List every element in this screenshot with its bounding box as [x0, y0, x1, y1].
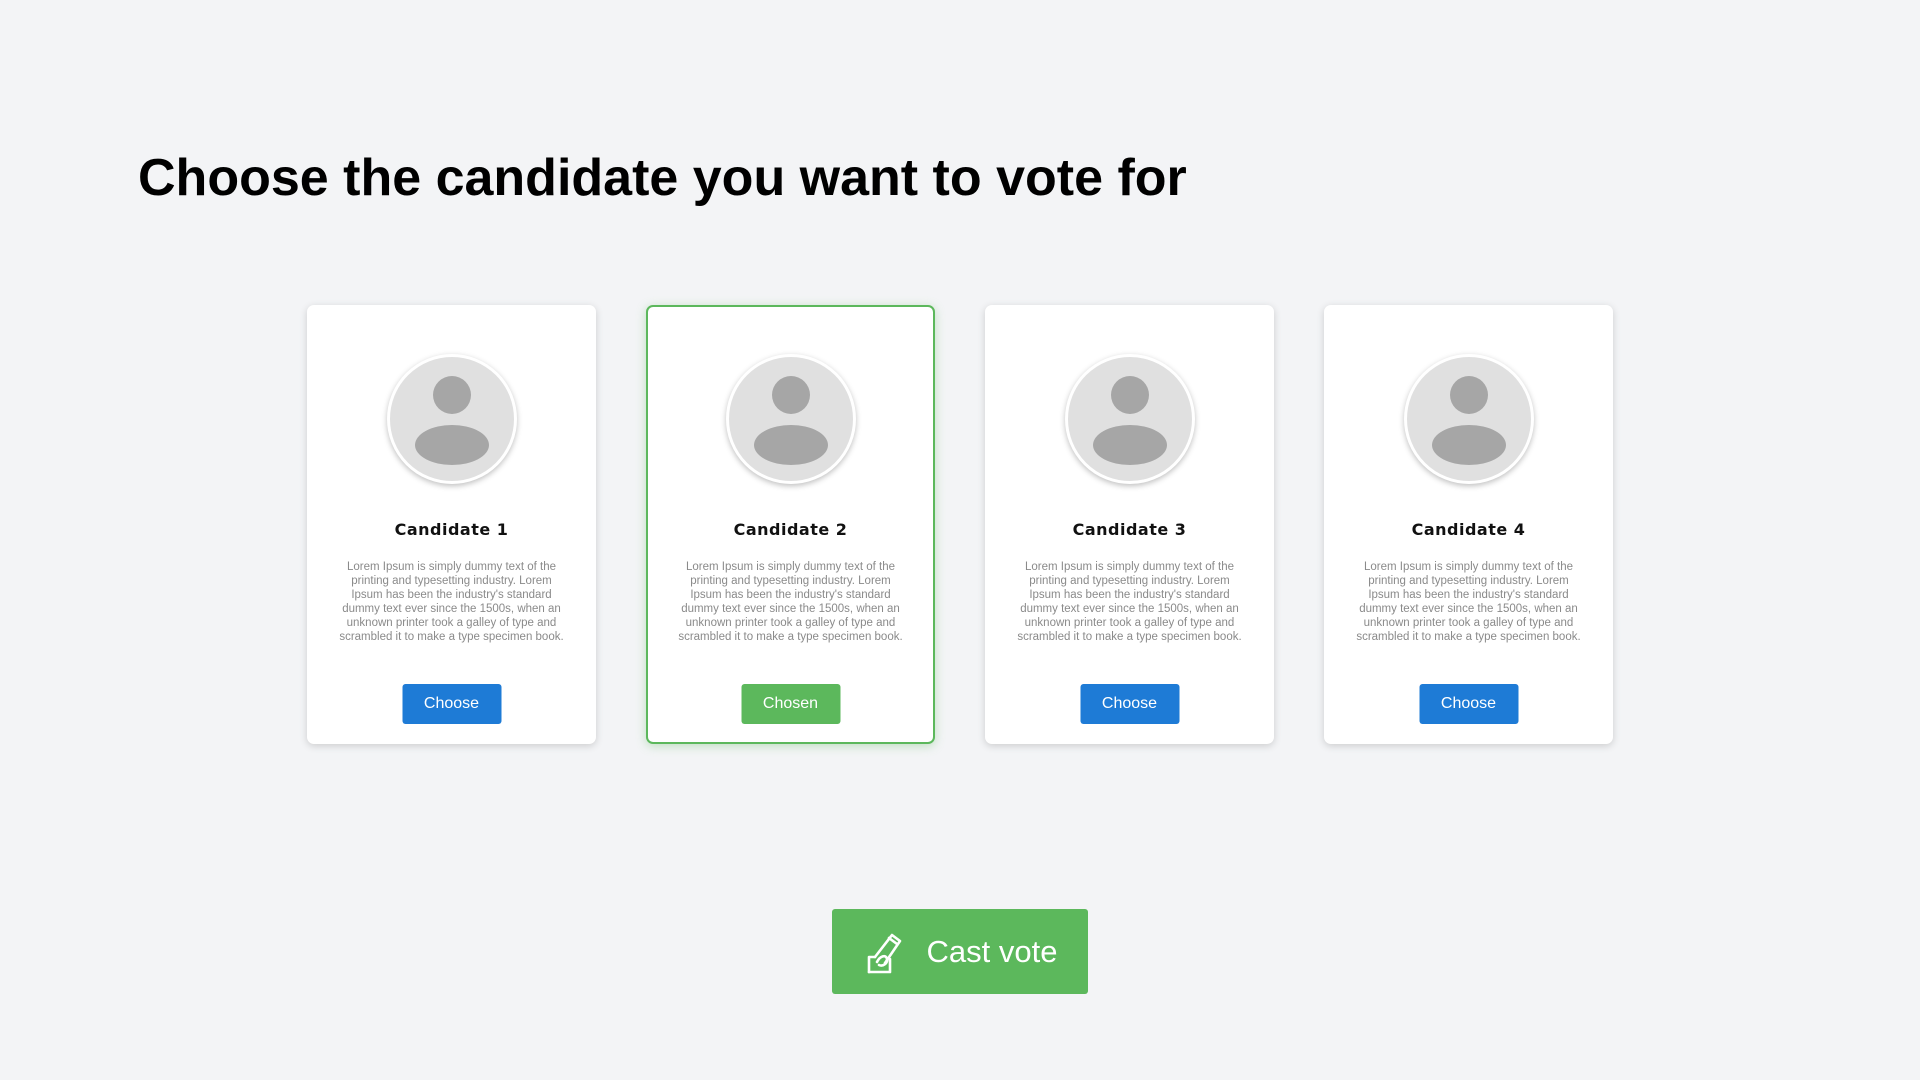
cast-vote-button[interactable]: Cast vote: [832, 909, 1088, 994]
candidate-description: Lorem Ipsum is simply dummy text of the …: [1356, 561, 1581, 643]
user-avatar-icon: [1403, 354, 1534, 484]
candidate-name: Candidate 4: [1411, 520, 1526, 539]
choose-button[interactable]: Choose: [1419, 684, 1518, 724]
choose-button[interactable]: Choose: [1080, 684, 1179, 724]
candidate-name: Candidate 3: [1072, 520, 1187, 539]
candidate-card: Candidate 1 Lorem Ipsum is simply dummy …: [307, 305, 596, 744]
candidate-card: Candidate 4 Lorem Ipsum is simply dummy …: [1324, 305, 1613, 744]
candidate-name: Candidate 1: [394, 520, 509, 539]
candidate-name: Candidate 2: [733, 520, 848, 539]
ballot-vote-icon: [863, 929, 909, 975]
candidate-description: Lorem Ipsum is simply dummy text of the …: [1017, 561, 1242, 643]
candidate-card: Candidate 3 Lorem Ipsum is simply dummy …: [985, 305, 1274, 744]
candidate-description: Lorem Ipsum is simply dummy text of the …: [339, 561, 564, 643]
chosen-button[interactable]: Chosen: [741, 684, 840, 724]
cast-vote-label: Cast vote: [926, 933, 1058, 969]
candidate-list: Candidate 1 Lorem Ipsum is simply dummy …: [307, 305, 1613, 744]
candidate-card: Candidate 2 Lorem Ipsum is simply dummy …: [646, 305, 935, 744]
candidate-description: Lorem Ipsum is simply dummy text of the …: [678, 561, 903, 643]
user-avatar-icon: [1064, 354, 1195, 484]
page-title: Choose the candidate you want to vote fo…: [138, 149, 1187, 207]
user-avatar-icon: [386, 354, 517, 484]
choose-button[interactable]: Choose: [402, 684, 501, 724]
user-avatar-icon: [725, 354, 856, 484]
